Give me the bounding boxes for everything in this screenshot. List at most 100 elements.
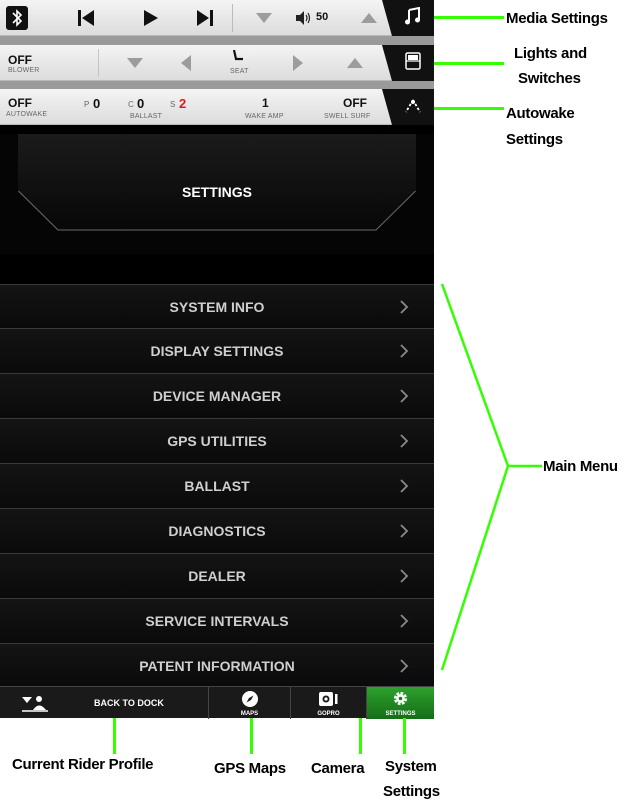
maps-label: MAPS (240, 711, 259, 717)
divider (232, 4, 233, 32)
main-menu: SYSTEM INFO DISPLAY SETTINGS DEVICE MANAGE… (0, 284, 434, 689)
menu-item[interactable]: SERVICE INTERVALS (0, 599, 434, 644)
maps-button[interactable]: MAPS (209, 687, 291, 719)
menu-item-label: BALLAST (184, 478, 250, 494)
blower-label: BLOWER (8, 67, 40, 74)
lights-and-switches-button[interactable] (382, 45, 434, 81)
chevron-right-icon (400, 479, 409, 493)
menu-item-label: SERVICE INTERVALS (145, 613, 289, 629)
chevron-right-icon (400, 659, 409, 673)
next-track-icon[interactable] (195, 10, 213, 31)
menu-item-label: DISPLAY SETTINGS (150, 343, 284, 359)
wake-amp-value[interactable]: 1 (262, 96, 269, 110)
ballast-starboard-prefix: S (170, 100, 176, 109)
ballast-port-value: 0 (93, 96, 101, 111)
seat-icon (232, 49, 244, 68)
swell-surf-value[interactable]: OFF (343, 96, 367, 110)
menu-item[interactable]: GPS UTILITIES (0, 419, 434, 464)
settings-button[interactable]: SETTINGS (367, 687, 434, 719)
chevron-right-icon (400, 524, 409, 538)
menu-item[interactable]: DIAGNOSTICS (0, 509, 434, 554)
chevron-right-icon (400, 300, 409, 314)
ballast-center-prefix: C (128, 100, 134, 109)
gear-icon (392, 690, 409, 712)
rider-profile-annotation: Current Rider Profile (12, 756, 154, 773)
ballast-port-prefix: P (84, 100, 90, 109)
menu-item-label: PATENT INFORMATION (139, 658, 295, 674)
autowake-value[interactable]: OFF (8, 96, 32, 110)
settings-label: SETTINGS (385, 711, 416, 717)
autowake-settings-button[interactable] (382, 89, 434, 125)
switch-panel-icon (405, 51, 421, 75)
menu-item-label: DEVICE MANAGER (152, 388, 282, 404)
play-icon[interactable] (144, 10, 158, 31)
system-settings-annotation-line1: System (385, 758, 437, 775)
chevron-right-icon (400, 344, 409, 358)
back-to-dock-label: BACK TO DOCK (94, 698, 164, 708)
menu-item-label: DIAGNOSTICS (168, 523, 266, 539)
main-menu-bracket (440, 283, 542, 671)
chevron-right-icon (400, 614, 409, 628)
autowake-annotation-line2: Settings (506, 131, 563, 148)
bottom-nav: BACK TO DOCK MAPS GOPRO SETTINGS (0, 686, 434, 719)
gps-maps-annotation: GPS Maps (214, 760, 286, 777)
media-settings-button[interactable] (382, 0, 434, 36)
swell-surf-label: SWELL SURF (324, 113, 371, 120)
gopro-label: GOPRO (317, 711, 340, 717)
seat-forward-button[interactable] (293, 55, 303, 71)
autowake-label: AUTOWAKE (6, 111, 48, 118)
menu-item[interactable]: DISPLAY SETTINGS (0, 329, 434, 374)
menu-item[interactable]: DEVICE MANAGER (0, 374, 434, 419)
divider (98, 49, 99, 77)
music-note-icon (404, 6, 422, 30)
chevron-right-icon (400, 434, 409, 448)
gps-maps-pointer (250, 718, 253, 754)
camera-annotation: Camera (311, 760, 365, 777)
lights-annotation-line1: Lights and (514, 45, 587, 62)
volume-down-button[interactable] (256, 13, 272, 23)
gopro-button[interactable]: GOPRO (291, 687, 367, 719)
lights-bar: OFF BLOWER SEAT (0, 45, 434, 81)
ballast-label: BALLAST (130, 113, 163, 120)
wake-amp-label: WAKE AMP (245, 113, 284, 120)
chevron-right-icon (400, 389, 409, 403)
volume-value: 50 (316, 11, 329, 23)
autowake-pointer (434, 107, 504, 110)
device-screen: 50 OFF BLOWER SEAT OFF AUTOWAKE P 0 C 0 … (0, 0, 434, 719)
speaker-icon (296, 11, 312, 30)
page-header: SETTINGS (0, 134, 434, 254)
menu-item-label: DEALER (188, 568, 246, 584)
lights-pointer (434, 62, 504, 65)
menu-item[interactable]: DEALER (0, 554, 434, 599)
menu-item[interactable]: PATENT INFORMATION (0, 644, 434, 689)
page-title: SETTINGS (181, 184, 252, 200)
bluetooth-icon[interactable] (6, 6, 28, 30)
seat-back-button[interactable] (181, 55, 191, 71)
wake-wave-icon (402, 96, 424, 119)
chevron-right-icon (400, 569, 409, 583)
ballast-starboard-value: 2 (179, 96, 187, 111)
menu-item-label: SYSTEM INFO (169, 299, 265, 315)
lights-annotation-line2: Switches (518, 70, 581, 87)
autowake-bar: OFF AUTOWAKE P 0 C 0 S 2 BALLAST 1 WAKE … (0, 89, 434, 125)
header-outline (18, 190, 416, 231)
system-settings-annotation-line2: Settings (383, 783, 440, 800)
previous-track-icon[interactable] (78, 10, 96, 31)
seat-down-button[interactable] (127, 58, 143, 68)
media-settings-annotation: Media Settings (506, 10, 608, 27)
blower-value[interactable]: OFF (8, 53, 32, 67)
bar-divider (0, 36, 434, 45)
volume-up-button[interactable] (361, 13, 377, 23)
main-menu-annotation: Main Menu (543, 458, 618, 475)
seat-up-button[interactable] (347, 58, 363, 68)
rider-profile-icon[interactable] (20, 693, 50, 718)
compass-icon (241, 690, 259, 713)
seat-label: SEAT (230, 68, 249, 75)
autowake-annotation-line1: Autowake (506, 105, 575, 122)
ballast-center-value: 0 (137, 96, 145, 111)
camera-pointer (359, 718, 362, 754)
system-settings-pointer (403, 718, 406, 754)
back-to-dock-button[interactable]: BACK TO DOCK (0, 687, 209, 719)
menu-item[interactable]: SYSTEM INFO (0, 284, 434, 329)
menu-item[interactable]: BALLAST (0, 464, 434, 509)
